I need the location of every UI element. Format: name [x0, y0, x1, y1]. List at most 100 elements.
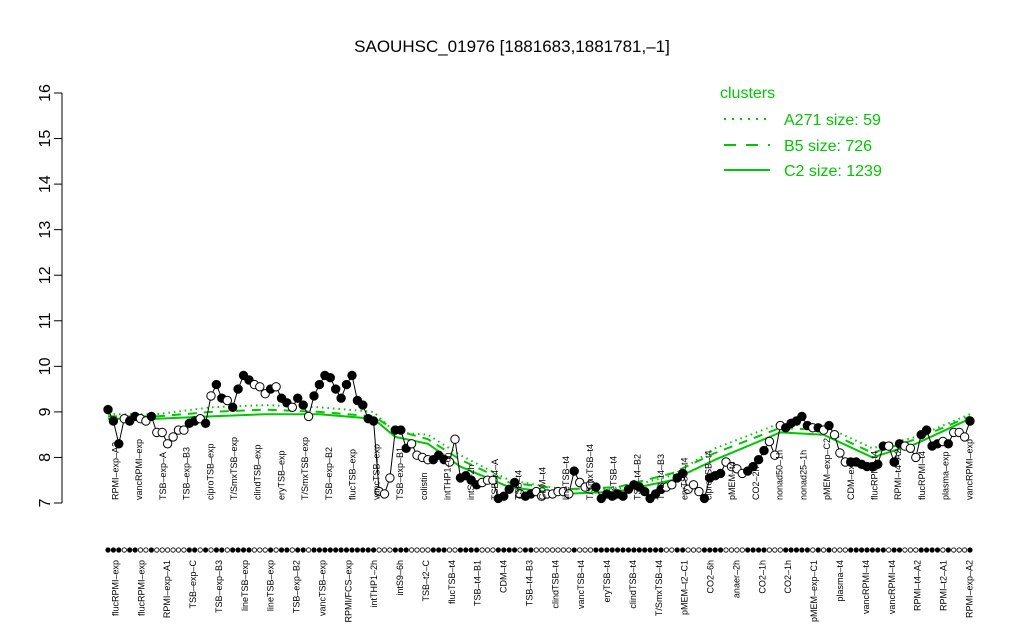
top-condition-label: TSB–t4–B3: [656, 454, 666, 500]
rug-mark: [311, 547, 317, 553]
bottom-condition-label: CO2–6h: [706, 560, 716, 594]
top-condition-label: vancRPMI–exp: [964, 439, 974, 500]
bottom-condition-label: anaer–2h: [731, 560, 741, 598]
bottom-condition-label: RPMI–t4–A2: [913, 560, 923, 611]
rug-mark: [278, 547, 285, 553]
rug-mark: [430, 547, 436, 553]
data-point: [618, 491, 628, 501]
rug-mark: [658, 547, 664, 553]
rug-mark: [647, 547, 653, 553]
legend-entry-b5: B5 size: 726: [784, 138, 872, 155]
top-condition-label: flucTSB–exp: [348, 449, 358, 500]
y-tick-label: 8: [37, 453, 54, 462]
rug-mark: [680, 547, 686, 553]
rug-mark: [934, 547, 941, 553]
rug-mark: [777, 547, 783, 553]
rug-mark: [159, 547, 165, 553]
rug-mark: [425, 547, 431, 553]
rug-mark: [880, 547, 886, 553]
rug-mark: [902, 547, 908, 553]
rug-mark: [251, 547, 257, 553]
bottom-condition-label: vancTSB–t4: [576, 560, 586, 609]
rug-mark: [132, 547, 138, 553]
rug-mark: [761, 547, 767, 553]
rug-mark: [913, 547, 919, 553]
rug-mark: [945, 547, 951, 553]
top-condition-label: TSB–t4–A: [490, 459, 500, 500]
rug-mark: [381, 547, 388, 553]
data-point: [829, 430, 840, 440]
top-condition-label: plasma–exp: [941, 451, 951, 500]
rug-mark: [528, 547, 534, 553]
bottom-condition-label: RPMI–exp–A1: [162, 560, 172, 618]
bottom-condition-label: flucTSB–t4: [447, 560, 457, 604]
data-point: [309, 391, 319, 401]
rug-mark: [555, 547, 561, 553]
rug-mark: [918, 547, 924, 553]
rug-mark: [858, 547, 865, 553]
data-point: [759, 445, 769, 456]
rug-mark: [354, 547, 360, 553]
top-condition-label: nonad25–1h: [798, 450, 808, 500]
rug-mark: [539, 547, 545, 553]
rug-mark: [577, 547, 583, 553]
bottom-condition-label: vancRPMI–t4: [887, 560, 897, 614]
rug-mark: [869, 547, 876, 553]
rug-mark: [896, 547, 903, 553]
data-point: [884, 441, 894, 451]
rug-mark: [755, 547, 762, 553]
bottom-condition-label: RPMI–t2–A1: [938, 560, 948, 611]
top-condition-label: CDM–t4: [537, 467, 547, 500]
rug-mark: [175, 547, 182, 553]
rug-mark: [961, 547, 968, 553]
rug-mark: [810, 547, 816, 553]
rug-mark: [907, 547, 914, 553]
y-tick-label: 7: [37, 498, 54, 507]
rug-mark: [598, 547, 604, 553]
legend-entry-c2: C2 size: 1239: [784, 163, 882, 180]
bottom-condition-label: vancTSB–exp: [317, 560, 327, 616]
top-condition-label: CDM–exp: [846, 460, 856, 500]
top-condition-label: lineTSB–t4: [561, 456, 571, 500]
rug-mark: [923, 547, 930, 553]
rug-mark: [197, 547, 203, 553]
rug-mark: [620, 547, 626, 553]
data-point: [965, 416, 975, 426]
rug-mark: [951, 547, 957, 553]
bottom-condition-label: T/SmxTSB–t4: [654, 560, 664, 616]
rug-mark: [956, 547, 962, 553]
rug-mark: [967, 547, 973, 553]
y-tick-label: 11: [37, 312, 54, 329]
rug-mark: [766, 547, 773, 553]
bottom-condition-labels: flucRPMI–exp flucRPMI–exp RPMI–exp–A1 TSB–e…: [110, 559, 974, 622]
bottom-condition-label: RPMI/FCS–exp: [343, 560, 353, 623]
rug-mark: [300, 547, 306, 553]
data-point: [287, 402, 297, 412]
data-point: [835, 448, 845, 458]
rug-mark: [154, 547, 160, 553]
rug-mark: [121, 547, 127, 553]
data-point: [298, 400, 308, 410]
rug-mark: [604, 547, 610, 553]
data-point: [715, 468, 726, 479]
sample-rug: [105, 547, 973, 553]
rug-mark: [609, 547, 615, 553]
top-condition-label: TSB–t4–B2: [632, 454, 642, 500]
rug-mark: [549, 547, 556, 553]
rug-mark: [511, 547, 518, 553]
rug-mark: [186, 547, 192, 553]
rug-mark: [105, 547, 111, 553]
data-point: [211, 379, 222, 390]
rug-mark: [739, 547, 745, 553]
data-point: [569, 466, 579, 476]
rug-mark: [544, 547, 550, 553]
rug-mark: [690, 547, 697, 553]
rug-mark: [165, 547, 171, 553]
top-condition-label: RPMI–t4–A2: [893, 449, 903, 500]
rug-mark: [495, 547, 501, 553]
bottom-condition-label: CDM–t4: [499, 560, 509, 593]
rug-mark: [316, 547, 322, 553]
rug-mark: [728, 547, 735, 553]
rug-mark: [848, 547, 854, 553]
rug-mark: [273, 547, 279, 553]
